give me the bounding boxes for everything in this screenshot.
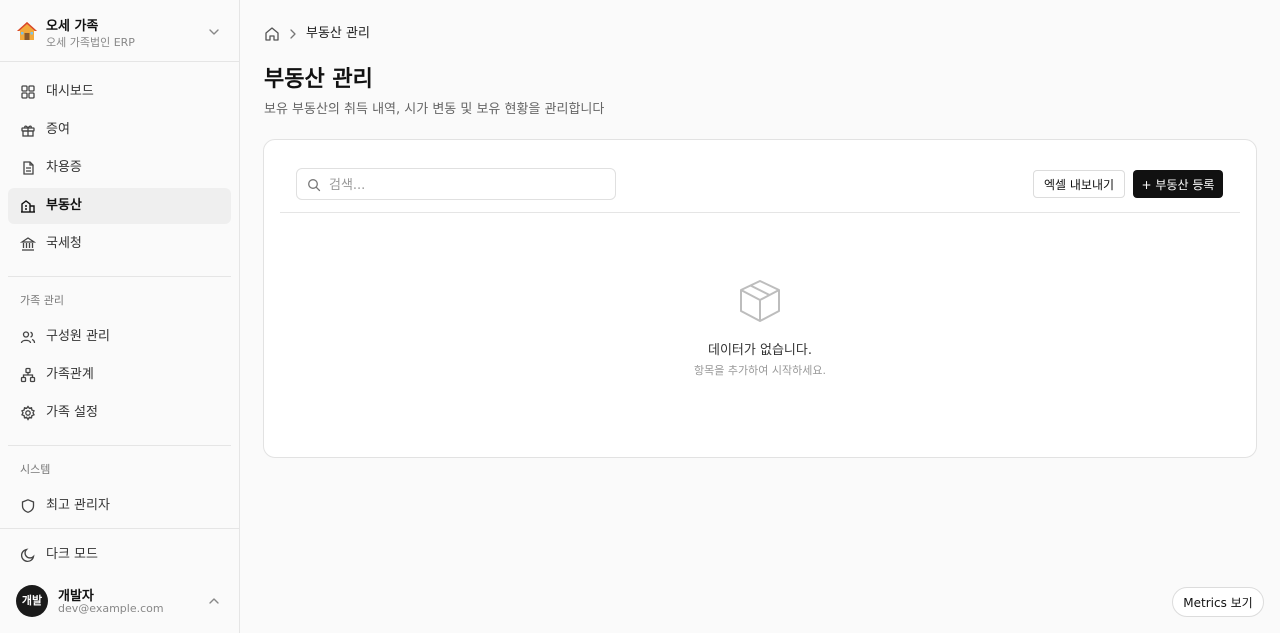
moon-icon (20, 548, 35, 563)
sidebar-divider (0, 528, 239, 529)
sidebar-item-loan[interactable]: 차용증 (8, 150, 231, 186)
sidebar-item-members[interactable]: 구성원 관리 (8, 319, 231, 355)
sidebar-item-label: 구성원 관리 (46, 329, 110, 344)
building-icon (21, 200, 35, 213)
sidebar-item-gift[interactable]: 증여 (8, 112, 231, 148)
search-icon (308, 179, 321, 192)
card-divider (280, 212, 1240, 213)
dashboard-icon (21, 85, 35, 99)
document-icon (23, 161, 34, 175)
sidebar-item-label: 가족 설정 (46, 405, 98, 420)
home-icon[interactable] (264, 26, 280, 42)
sidebar-item-label: 가족관계 (46, 367, 94, 382)
sidebar-item-label: 증여 (46, 122, 70, 137)
org-name: 오세 가족 (46, 19, 99, 34)
org-subtitle: 오세 가족법인 ERP (46, 36, 135, 49)
chevron-down-icon (209, 29, 219, 35)
search-box[interactable] (296, 168, 616, 200)
section-label-family: 가족 관리 (20, 294, 64, 307)
search-input[interactable] (329, 175, 609, 195)
users-icon (20, 331, 36, 344)
org-switcher[interactable]: 오세 가족 오세 가족법인 ERP (0, 0, 239, 62)
sidebar-divider (8, 276, 231, 277)
sidebar-item-label: 최고 관리자 (46, 498, 110, 513)
export-excel-button[interactable]: 엑셀 내보내기 (1033, 170, 1125, 198)
user-email: dev@example.com (58, 602, 164, 615)
shield-icon (21, 499, 35, 513)
network-icon (20, 367, 36, 383)
empty-state-title: 데이터가 없습니다. (708, 343, 812, 358)
page-title: 부동산 관리 (264, 67, 373, 92)
sidebar-item-label: 부동산 (46, 198, 82, 213)
sidebar-item-label: 차용증 (46, 160, 82, 175)
dark-mode-toggle[interactable]: 다크 모드 (8, 537, 231, 573)
sidebar-item-relations[interactable]: 가족관계 (8, 357, 231, 393)
add-real-estate-button[interactable]: + 부동산 등록 (1133, 170, 1223, 198)
sidebar-item-family-settings[interactable]: 가족 설정 (8, 395, 231, 431)
gear-icon (21, 405, 35, 421)
sidebar-item-label: 국세청 (46, 236, 82, 251)
sidebar: 오세 가족 오세 가족법인 ERP 대시보드 증여 차용증 부동산 국세청 가족… (0, 0, 240, 633)
sidebar-item-dashboard[interactable]: 대시보드 (8, 74, 231, 110)
sidebar-item-label: 대시보드 (46, 84, 94, 99)
gift-icon (21, 125, 35, 137)
metrics-button[interactable]: Metrics 보기 (1172, 587, 1264, 617)
sidebar-item-nts[interactable]: 국세청 (8, 226, 231, 262)
chevron-right-icon (290, 29, 296, 39)
chevron-up-icon[interactable] (207, 594, 221, 608)
section-label-system: 시스템 (20, 463, 51, 476)
empty-state-subtitle: 항목을 추가하여 시작하세요. (694, 364, 826, 377)
dark-mode-label: 다크 모드 (46, 547, 98, 562)
sidebar-item-super-admin[interactable]: 최고 관리자 (8, 488, 231, 524)
page-description: 보유 부동산의 취득 내역, 시가 변동 및 보유 현황을 관리합니다 (264, 102, 605, 117)
avatar[interactable]: 개발 (16, 585, 48, 617)
empty-box-icon (740, 280, 780, 322)
house-logo-icon (17, 22, 37, 40)
breadcrumb-current: 부동산 관리 (306, 26, 370, 41)
sidebar-divider (8, 445, 231, 446)
landmark-icon (20, 237, 36, 251)
sidebar-item-real-estate[interactable]: 부동산 (8, 188, 231, 224)
